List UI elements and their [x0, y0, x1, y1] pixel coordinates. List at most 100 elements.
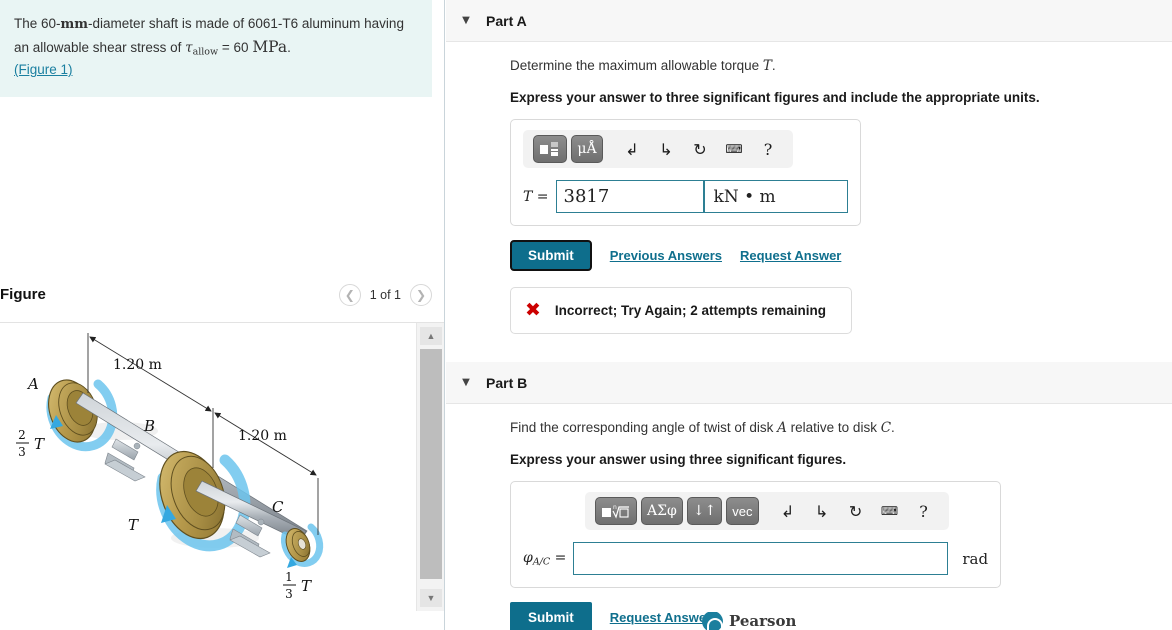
figure-next-button[interactable]: ❯ [410, 284, 432, 306]
svg-text:T: T [34, 435, 45, 453]
part-a-previous-answers-link[interactable]: Previous Answers [610, 248, 722, 263]
part-a-units-button[interactable]: μÅ [571, 135, 603, 163]
part-a-toolbar: μÅ ↲ ↳ ↻ ⌨ ? [523, 130, 793, 168]
scrollbar-thumb[interactable] [420, 349, 442, 579]
dim-label-2: 1.20 m [238, 428, 287, 444]
figure-pane: 1.20 m 1.20 m A B C 2 3 T T 1 3 T ▲ ▼ [0, 322, 444, 612]
label-b: B [143, 417, 155, 435]
label-a: A [26, 375, 39, 393]
dim-label-1: 1.20 m [113, 357, 162, 373]
part-b-label: Part B [486, 374, 528, 391]
scroll-up-arrow-icon[interactable]: ▲ [420, 327, 442, 345]
part-b-submit-button[interactable]: Submit [510, 602, 592, 630]
part-a-label: Part A [486, 12, 527, 29]
pearson-branding: Pearson [702, 612, 796, 630]
part-a-undo-icon[interactable]: ↲ [617, 135, 647, 163]
problem-statement: The 60-mm-diameter shaft is made of 6061… [0, 0, 432, 98]
part-b-arrows-button[interactable]: ↓↑ [686, 497, 723, 525]
part-a-input-row: T = 3817 kN • m [523, 180, 848, 213]
part-a-question-period: . [771, 58, 776, 73]
part-a-header[interactable]: ▼ Part A [446, 0, 1172, 42]
part-b-undo-icon[interactable]: ↲ [773, 497, 803, 525]
part-b-question-var-a: A [777, 420, 787, 436]
part-a-request-answer-link[interactable]: Request Answer [740, 248, 841, 263]
tau-subscript: allow [192, 46, 219, 58]
part-b-equals-sign: = [554, 549, 567, 566]
part-b-redo-icon[interactable]: ↳ [807, 497, 837, 525]
figure-navigation: ❮ 1 of 1 ❯ [338, 284, 432, 306]
part-a-body: Determine the maximum allowable torque T… [446, 42, 1172, 334]
part-b-body: Find the corresponding angle of twist of… [446, 404, 1172, 630]
pearson-logo-icon [702, 612, 723, 630]
figure-prev-button[interactable]: ❮ [338, 284, 361, 306]
figure-title: Figure [0, 286, 46, 303]
part-a-caret-down-icon[interactable]: ▼ [446, 15, 486, 26]
part-b-toolbar: n ΑΣφ ↓↑ vec ↲ ↳ ↻ ⌨ ? [585, 492, 949, 530]
part-a-submit-button[interactable]: Submit [510, 240, 592, 271]
part-a-keyboard-icon[interactable]: ⌨ [719, 135, 749, 163]
svg-text:3: 3 [285, 587, 293, 601]
part-b-help-icon[interactable]: ? [909, 497, 939, 525]
part-b-vec-button[interactable]: vec [726, 497, 759, 525]
part-b-submit-row: Submit Request Answer [510, 602, 1172, 630]
figure-scrollbar[interactable]: ▲ ▼ [416, 323, 444, 611]
part-a-question-text: Determine the maximum allowable torque [510, 58, 763, 73]
part-a-question: Determine the maximum allowable torque T… [510, 58, 1172, 74]
torque-label-c: 1 3 T [283, 570, 312, 601]
part-a-answer-input[interactable]: 3817 [555, 180, 704, 213]
part-a-redo-icon[interactable]: ↳ [651, 135, 681, 163]
problem-units-mm: mm [60, 17, 89, 32]
part-b-caret-down-icon[interactable]: ▼ [446, 377, 486, 388]
part-a-question-variable: T [762, 58, 772, 74]
torque-label-b: T [128, 516, 139, 534]
part-a-feedback-text: Incorrect; Try Again; 2 attempts remaini… [554, 303, 826, 318]
figure-counter: 1 of 1 [369, 288, 401, 302]
label-c: C [272, 498, 284, 516]
svg-text:2: 2 [18, 428, 26, 442]
part-b-keyboard-icon[interactable]: ⌨ [875, 497, 905, 525]
part-b-question-period: . [891, 420, 895, 435]
part-a-answer-box: μÅ ↲ ↳ ↻ ⌨ ? T = 3817 kN • m [510, 119, 861, 226]
part-b-header[interactable]: ▼ Part B [446, 362, 1172, 404]
part-a-reset-icon[interactable]: ↻ [685, 135, 715, 163]
part-b-request-answer-link[interactable]: Request Answer [610, 610, 711, 625]
shaft-diagram: 1.20 m 1.20 m A B C 2 3 T T 1 3 T [16, 333, 324, 601]
part-b-question-mid: relative to disk [786, 420, 881, 435]
figure-1-link[interactable]: (Figure 1) [14, 62, 73, 77]
part-b-radical-template-icon[interactable]: n [595, 497, 637, 525]
part-b-instruction: Express your answer using three signific… [510, 452, 847, 467]
svg-text:1: 1 [285, 570, 293, 584]
part-b-units-label: rad [962, 549, 989, 568]
svg-text:3: 3 [18, 445, 26, 459]
part-b-question: Find the corresponding angle of twist of… [510, 420, 1172, 436]
right-panel: ▼ Part A Determine the maximum allowable… [446, 0, 1172, 630]
left-panel: The 60-mm-diameter shaft is made of 6061… [0, 0, 445, 630]
part-b-reset-icon[interactable]: ↻ [841, 497, 871, 525]
part-a-instruction: Express your answer to three significant… [510, 90, 1040, 105]
part-b-phi-symbol: φ [523, 549, 533, 566]
pearson-name: Pearson [729, 612, 797, 630]
problem-value: = 60 [218, 40, 253, 56]
part-a-template-icon[interactable] [533, 135, 567, 163]
part-b-question-var-c: C [880, 420, 892, 436]
part-a-units-input[interactable]: kN • m [703, 180, 848, 213]
part-b-greek-button[interactable]: ΑΣφ [641, 497, 683, 525]
tau-symbol: τ [185, 40, 193, 57]
part-a-help-icon[interactable]: ? [753, 135, 783, 163]
part-a-variable-label: T = [523, 188, 549, 205]
svg-text:T: T [301, 577, 312, 595]
svg-text:n: n [613, 504, 617, 511]
part-b-question-pre: Find the corresponding angle of twist of… [510, 420, 778, 435]
scroll-down-arrow-icon[interactable]: ▼ [420, 589, 442, 607]
part-b-input-row: φA/C = rad [523, 542, 988, 575]
incorrect-x-mark-icon: ✖ [525, 299, 541, 321]
problem-text-a: The 60- [14, 16, 61, 31]
torque-label-a: 2 3 T [16, 428, 45, 459]
part-b-variable-label: φA/C = [523, 550, 566, 567]
bearing-block-1 [104, 438, 146, 482]
part-a-submit-row: Submit Previous Answers Request Answer [510, 240, 1172, 271]
problem-period: . [287, 40, 291, 56]
part-b-phi-subscript: A/C [532, 556, 551, 568]
part-b-answer-box: n ΑΣφ ↓↑ vec ↲ ↳ ↻ ⌨ ? φA/C = rad [510, 481, 1002, 588]
part-b-answer-input[interactable] [573, 542, 949, 575]
